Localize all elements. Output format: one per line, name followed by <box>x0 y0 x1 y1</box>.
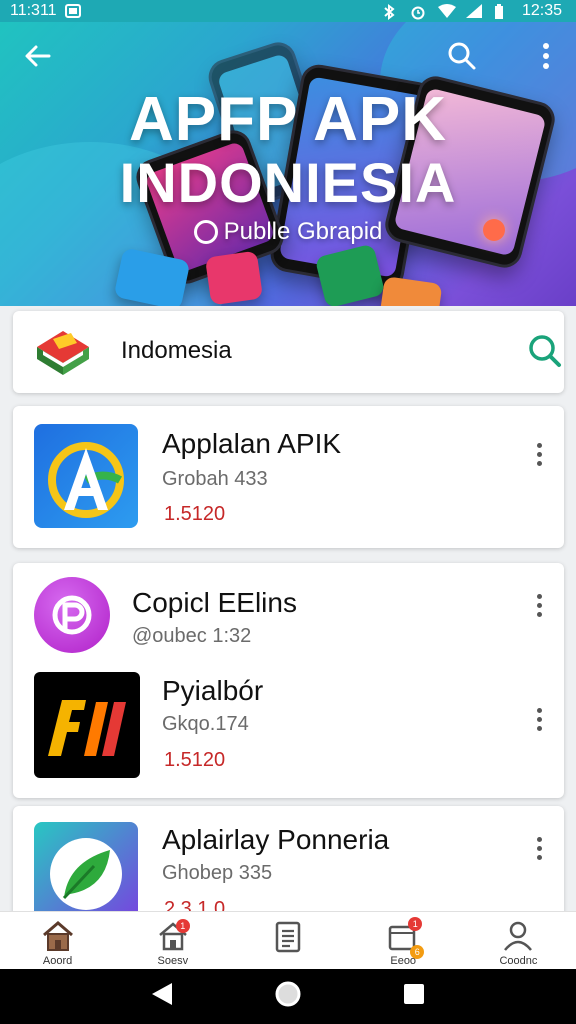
search-bar[interactable]: Indomesia <box>13 311 564 393</box>
app-version: 1.5120 <box>164 749 226 771</box>
app-more-button[interactable] <box>525 830 553 866</box>
nav-badge: 1 <box>175 919 190 933</box>
system-navigation-bar <box>0 969 576 1024</box>
nav-badge-secondary: 6 <box>410 945 425 959</box>
hero-subtitle-text: Publle Gbrapid <box>223 218 383 245</box>
app-tile-illustration <box>379 276 443 306</box>
notification-icon <box>64 4 81 18</box>
recents-nav-button[interactable] <box>402 982 426 1011</box>
clipboard-icon <box>271 919 305 953</box>
back-button[interactable] <box>16 34 60 78</box>
app-title: Pyialbór <box>162 675 264 706</box>
app-developer: Gkqo.174 <box>162 713 249 735</box>
nav-label: Soesv <box>157 955 189 967</box>
app-version: 1.5120 <box>164 503 226 525</box>
app-title: Copicl EElins <box>132 587 297 618</box>
app-developer: @oubec 1:32 <box>132 625 252 647</box>
app-more-button[interactable] <box>525 436 553 472</box>
hero-title-line2: INDONIESIA <box>119 151 457 214</box>
app-title: Aplairlay Ponneria <box>162 824 390 855</box>
hero-banner: APFP APK INDONIESIA Publle Gbrapid <box>0 22 576 306</box>
nav-item-store[interactable]: 1 Soesv <box>115 912 230 969</box>
home-icon <box>41 919 75 953</box>
nav-item-library[interactable] <box>230 912 345 969</box>
nav-item-updates[interactable]: 1 6 Eeoo <box>346 912 461 969</box>
status-time-left: 11:311 <box>10 2 57 19</box>
status-time-right: 12:35 <box>521 2 562 19</box>
store-icon: 1 <box>156 919 190 953</box>
signal-icon <box>465 4 482 18</box>
search-submit-button[interactable] <box>527 333 563 369</box>
app-card[interactable]: Applalan APIK Grobah 433 1.5120 <box>13 406 564 548</box>
record-icon <box>193 220 218 244</box>
alarm-icon <box>410 4 426 20</box>
status-bar: 11:311 12:35 <box>0 0 576 22</box>
nav-label: Coodnc <box>499 955 538 967</box>
hero-title-line1: APFP APK <box>128 85 448 154</box>
nav-item-account[interactable]: Coodnc <box>461 912 576 969</box>
search-icon <box>448 42 476 70</box>
home-nav-button[interactable] <box>274 980 302 1013</box>
triangle-back-icon <box>152 983 172 1005</box>
nav-item-home[interactable]: Aoord <box>0 912 115 969</box>
app-developer: Grobah 433 <box>162 468 268 490</box>
store-logo-icon <box>33 325 93 377</box>
back-nav-button[interactable] <box>150 981 174 1012</box>
search-button[interactable] <box>440 34 484 78</box>
square-recents-icon <box>404 984 424 1004</box>
app-more-button[interactable] <box>525 701 553 737</box>
search-query-text: Indomesia <box>121 337 232 364</box>
app-icon <box>34 424 138 528</box>
nav-label: Aoord <box>42 955 73 967</box>
app-icon <box>34 577 110 653</box>
back-arrow-icon <box>25 45 51 67</box>
circle-home-icon <box>275 981 301 1007</box>
bluetooth-icon <box>382 4 398 20</box>
app-card[interactable]: Copicl EElins @oubec 1:32 Pyialbór Gkqo.… <box>13 563 564 798</box>
app-tile-illustration <box>204 250 264 306</box>
hero-subtitle: Publle Gbrapid <box>0 218 576 246</box>
updates-icon: 1 6 <box>386 917 425 959</box>
more-vert-icon <box>543 43 549 69</box>
bottom-navigation: Aoord 1 Soesv 1 6 Eeoo Coodnc <box>0 911 576 969</box>
app-developer: Ghobep 335 <box>162 862 273 884</box>
app-icon <box>34 672 140 778</box>
wifi-icon <box>437 4 456 18</box>
account-icon <box>501 919 535 953</box>
search-icon <box>529 335 561 367</box>
app-title: Applalan APIK <box>162 428 342 459</box>
app-more-button[interactable] <box>525 587 553 623</box>
overflow-menu-button[interactable] <box>524 34 568 78</box>
battery-icon <box>494 4 510 19</box>
